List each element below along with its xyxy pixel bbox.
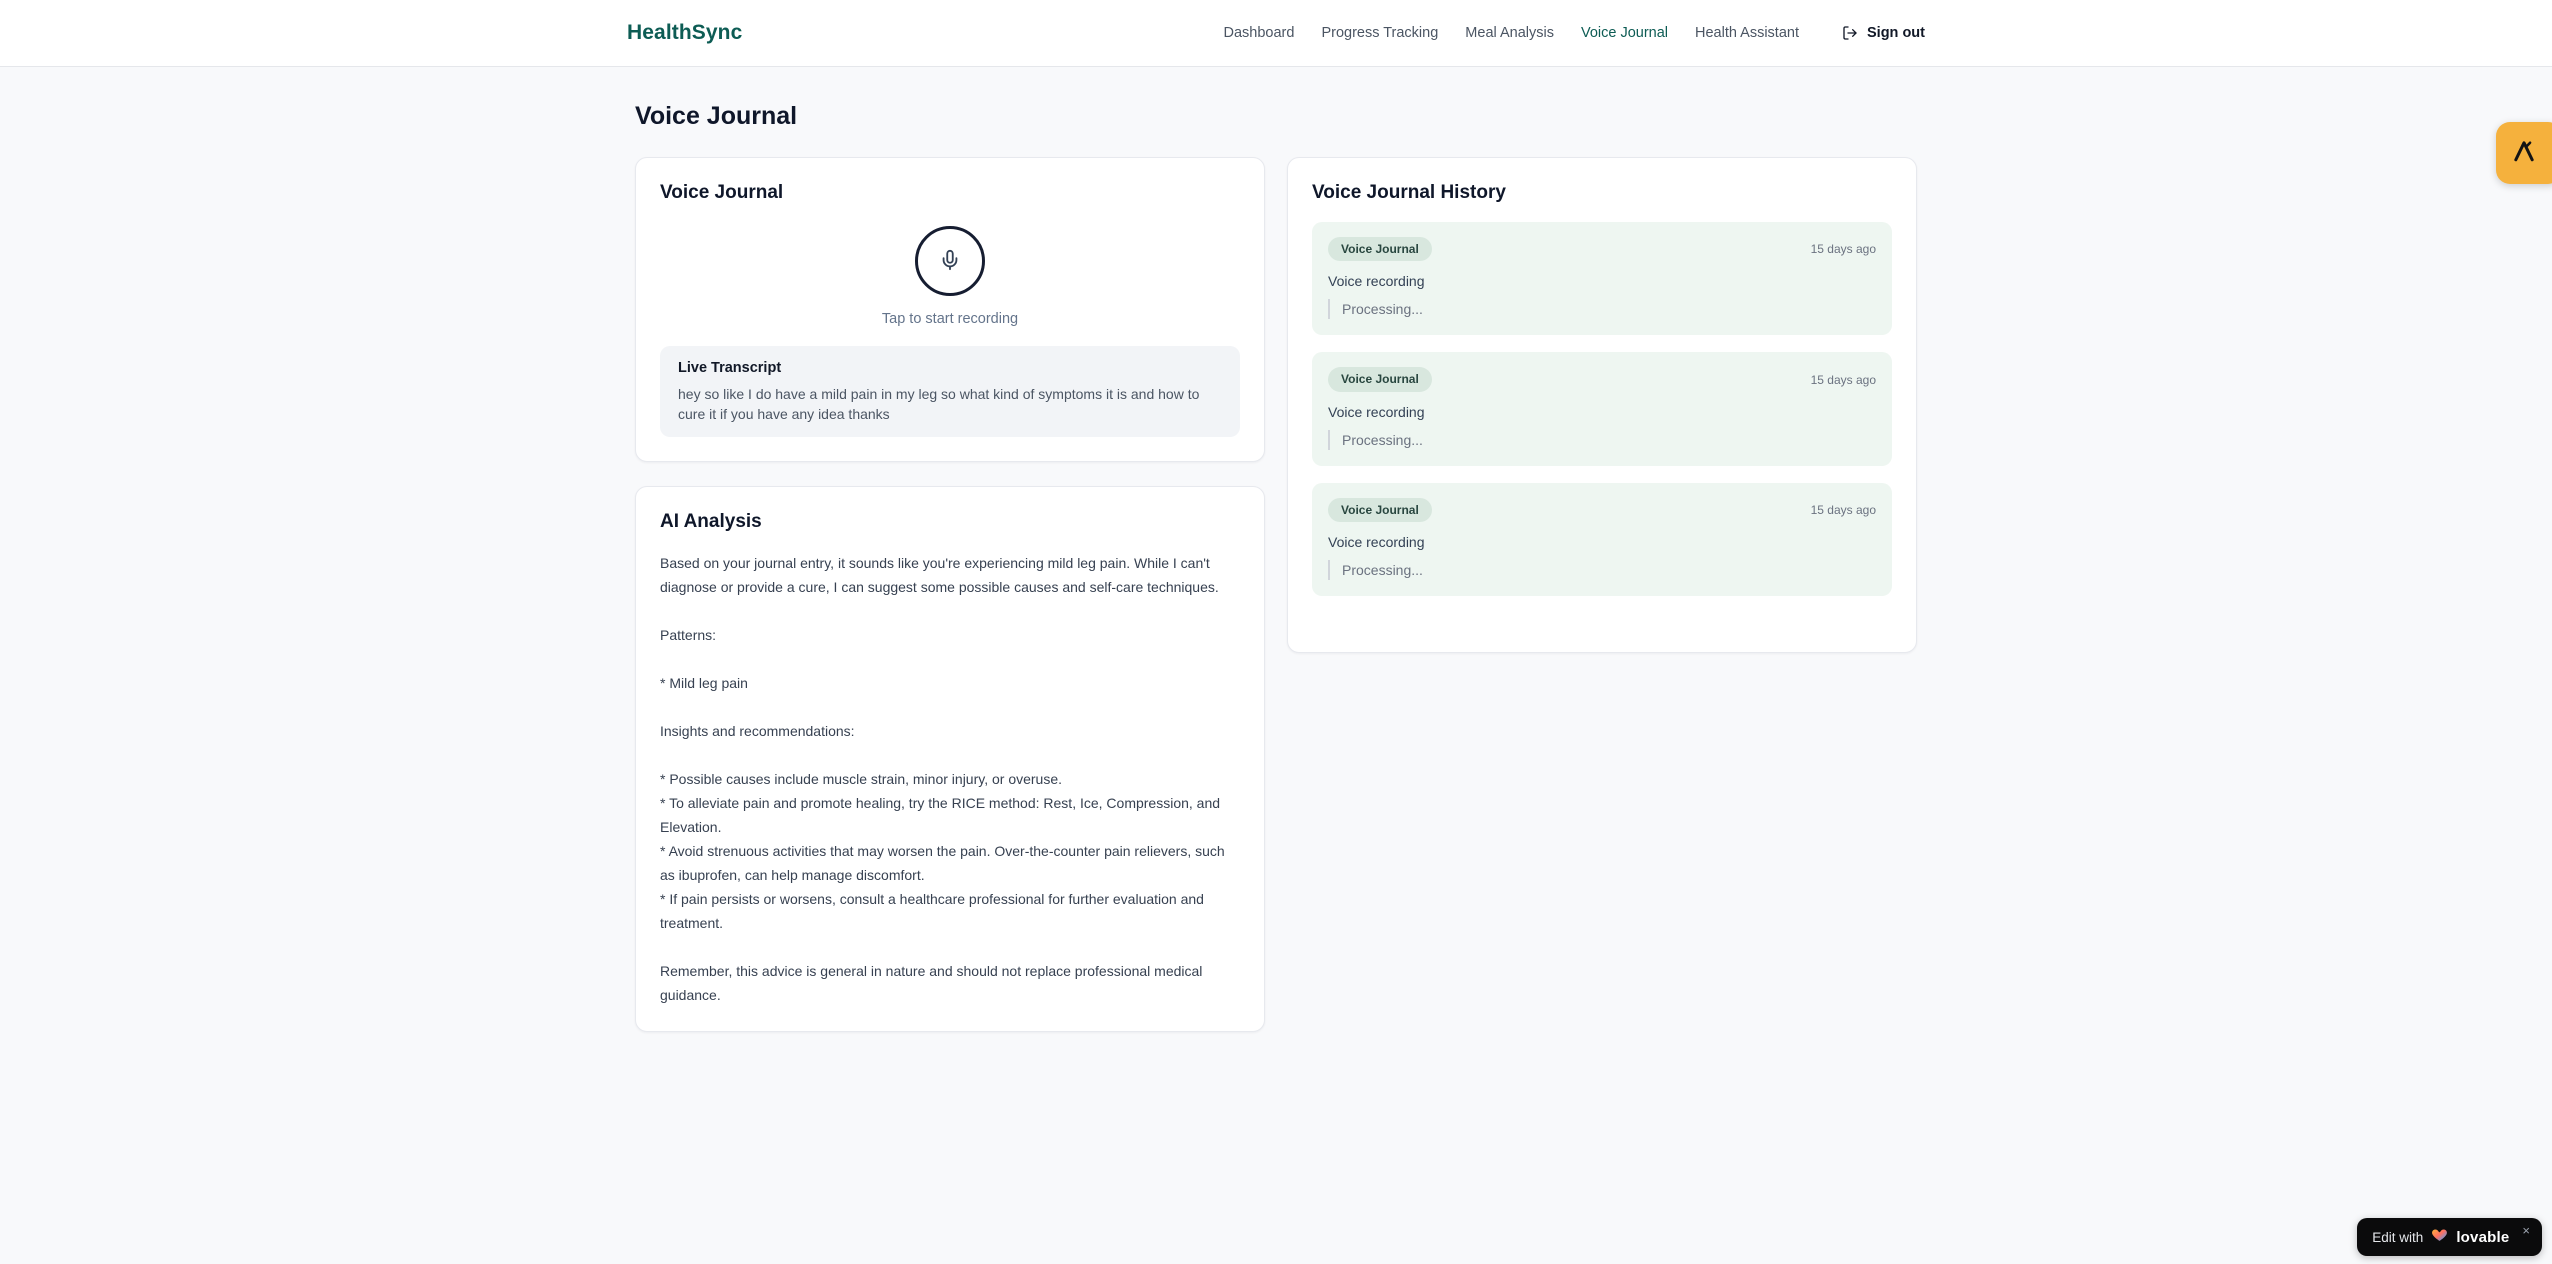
lovable-brand-label: lovable xyxy=(2456,1228,2510,1246)
page-title: Voice Journal xyxy=(635,102,798,130)
content-grid: Voice Journal Tap to start recording Liv… xyxy=(635,157,1917,1032)
history-entry-header: Voice Journal 15 days ago xyxy=(1328,497,1876,523)
header-container: HealthSync Dashboard Progress Tracking M… xyxy=(603,21,1949,45)
entry-processing-status: Processing... xyxy=(1328,299,1876,320)
history-entry: Voice Journal 15 days ago Voice recordin… xyxy=(1312,352,1892,466)
ai-analysis-title: AI Analysis xyxy=(660,511,762,532)
close-icon[interactable]: × xyxy=(2522,1223,2530,1238)
live-transcript-box: Live Transcript hey so like I do have a … xyxy=(660,346,1240,437)
nav-item-voice-journal[interactable]: Voice Journal xyxy=(1581,25,1668,41)
history-card-title: Voice Journal History xyxy=(1312,182,1506,203)
live-transcript-text: hey so like I do have a mild pain in my … xyxy=(678,386,1200,422)
ai-analysis-text: Based on your journal entry, it sounds l… xyxy=(660,555,1225,1003)
edit-with-lovable-badge[interactable]: Edit with lovable × xyxy=(2357,1218,2542,1256)
entry-title: Voice recording xyxy=(1328,403,1425,420)
recorder-card-title: Voice Journal xyxy=(660,182,784,203)
heart-icon xyxy=(2431,1226,2448,1248)
history-entry: Voice Journal 15 days ago Voice recordin… xyxy=(1312,222,1892,336)
edge-helper-widget[interactable] xyxy=(2496,122,2552,184)
sign-out-label: Sign out xyxy=(1867,25,1925,41)
recorder-area: Tap to start recording xyxy=(660,222,1240,327)
entry-timestamp: 15 days ago xyxy=(1810,372,1876,387)
live-transcript-title: Live Transcript xyxy=(678,360,782,376)
sign-out-button[interactable]: Sign out xyxy=(1842,25,1925,41)
history-entry: Voice Journal 15 days ago Voice recordin… xyxy=(1312,482,1892,597)
main-nav: Dashboard Progress Tracking Meal Analysi… xyxy=(1224,25,1926,41)
history-entry-header: Voice Journal 15 days ago xyxy=(1328,237,1876,262)
voice-journal-history-card: Voice Journal History Voice Journal 15 d… xyxy=(1287,157,1917,653)
nav-item-dashboard[interactable]: Dashboard xyxy=(1224,25,1295,41)
brand-logo[interactable]: HealthSync xyxy=(627,21,742,45)
history-entry-header: Voice Journal 15 days ago xyxy=(1328,367,1876,392)
ai-analysis-card: AI Analysis Based on your journal entry,… xyxy=(635,486,1265,1032)
log-out-icon xyxy=(1842,25,1858,41)
left-column: Voice Journal Tap to start recording Liv… xyxy=(635,157,1265,1032)
record-button[interactable] xyxy=(915,226,985,296)
nav-item-progress-tracking[interactable]: Progress Tracking xyxy=(1321,25,1438,41)
tap-to-record-hint: Tap to start recording xyxy=(881,311,1019,327)
voice-recorder-card: Voice Journal Tap to start recording Liv… xyxy=(635,157,1265,462)
entry-timestamp: 15 days ago xyxy=(1810,242,1876,257)
entry-title: Voice recording xyxy=(1328,273,1425,290)
amber-logo-icon xyxy=(2510,137,2538,170)
history-list: Voice Journal 15 days ago Voice recordin… xyxy=(1312,222,1892,628)
nav-item-meal-analysis[interactable]: Meal Analysis xyxy=(1465,25,1554,41)
entry-processing-status: Processing... xyxy=(1328,560,1876,581)
entry-processing-status: Processing... xyxy=(1328,429,1876,450)
voice-journal-badge: Voice Journal xyxy=(1328,237,1432,262)
voice-journal-badge: Voice Journal xyxy=(1328,497,1432,523)
nav-item-health-assistant[interactable]: Health Assistant xyxy=(1695,25,1799,41)
microphone-icon xyxy=(939,249,961,274)
entry-title: Voice recording xyxy=(1328,534,1425,551)
top-nav-bar: HealthSync Dashboard Progress Tracking M… xyxy=(0,0,2552,67)
main-content: Voice Journal Voice Journal Tap to start… xyxy=(635,67,1917,1032)
edit-with-label: Edit with xyxy=(2372,1229,2424,1245)
voice-journal-badge: Voice Journal xyxy=(1328,367,1432,392)
entry-timestamp: 15 days ago xyxy=(1810,502,1876,517)
